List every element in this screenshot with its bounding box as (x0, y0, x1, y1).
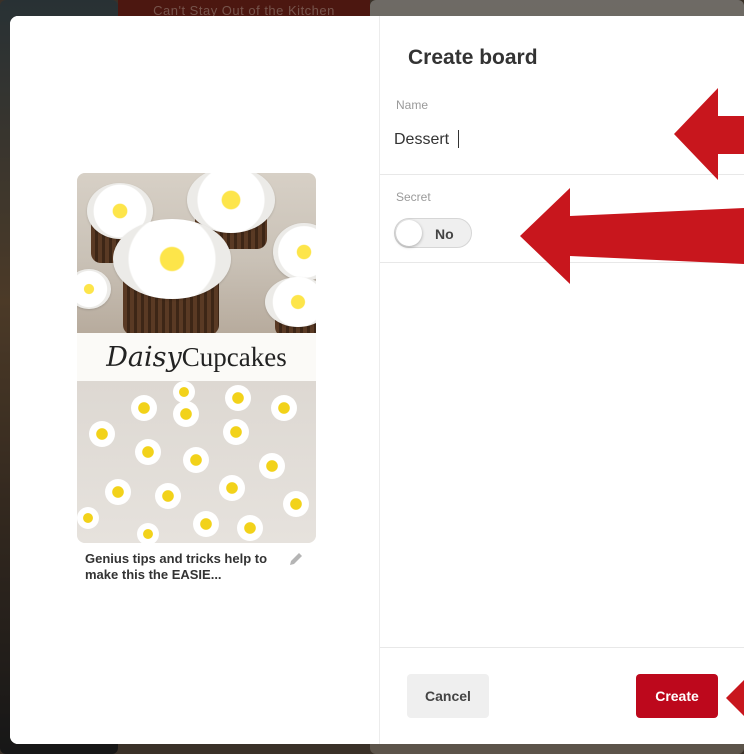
annotation-arrow-name-icon (674, 88, 744, 180)
toggle-knob (396, 220, 422, 246)
modal-footer: Cancel Create (380, 647, 744, 744)
create-board-modal: Daisy Cupcakes Genius tips and tricks he… (10, 16, 744, 744)
text-caret (458, 130, 459, 148)
modal-title: Create board (408, 46, 538, 69)
name-label: Name (396, 98, 429, 112)
cancel-button[interactable]: Cancel (407, 674, 489, 718)
board-name-input[interactable] (394, 128, 694, 152)
secret-label: Secret (396, 190, 431, 204)
annotation-arrow-secret-icon (520, 188, 744, 284)
pin-card: Daisy Cupcakes Genius tips and tricks he… (77, 173, 316, 583)
pin-image: Daisy Cupcakes (77, 173, 316, 543)
pin-preview-pane: Daisy Cupcakes Genius tips and tricks he… (10, 16, 379, 744)
annotation-arrow-create-icon (726, 680, 744, 716)
secret-toggle[interactable]: No (394, 218, 472, 248)
secret-toggle-text: No (435, 226, 454, 242)
pin-description: Genius tips and tricks help to make this… (85, 551, 268, 582)
edit-pencil-icon[interactable] (288, 551, 304, 567)
pin-image-caption: Daisy Cupcakes (77, 333, 316, 381)
daisy-cupcakes-grid (77, 381, 316, 543)
cupcakes-photo (77, 173, 316, 333)
create-button[interactable]: Create (636, 674, 718, 718)
